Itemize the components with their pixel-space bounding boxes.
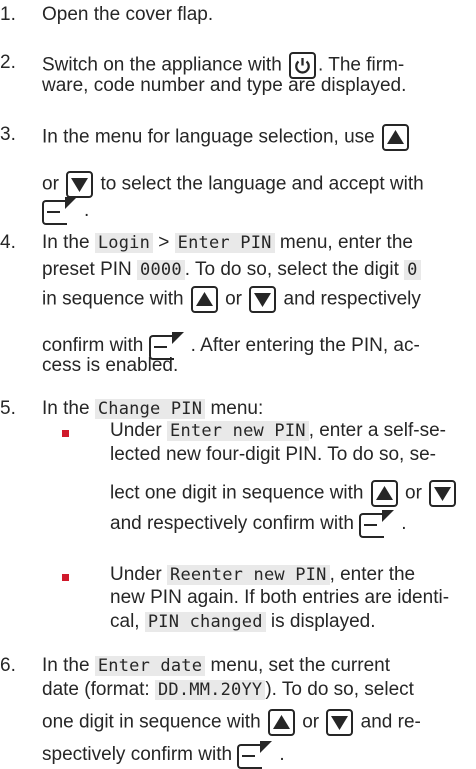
text-segment: . After entering the PIN, ac- <box>190 335 420 357</box>
step-number: 1. <box>0 4 16 25</box>
text-segment: and re- <box>355 711 421 733</box>
text-segment: In the <box>42 655 95 676</box>
text-segment: Under <box>110 564 168 585</box>
display-text-code: Change PIN <box>94 399 206 419</box>
instruction-line: In the Login > Enter PIN menu, enter the <box>42 232 413 254</box>
instruction-line: ware, code number and type are displayed… <box>42 75 406 97</box>
text-segment: > <box>153 232 175 253</box>
down-arrow-key-icon <box>429 480 457 507</box>
up-arrow-key-icon <box>370 480 398 507</box>
instruction-line: lect one digit in sequence with or <box>110 480 458 507</box>
step-number: 4. <box>0 232 16 253</box>
text-segment: lected new four-digit PIN. To do so, se- <box>110 444 436 465</box>
text-segment: or <box>219 288 248 310</box>
text-segment: new PIN again. If both entries are ident… <box>110 587 450 608</box>
text-segment: ). To do so, select <box>265 679 414 700</box>
display-text-code: 0000 <box>137 260 185 280</box>
text-segment: or <box>399 482 428 504</box>
instruction-line: Under Enter new PIN, enter a self-se- <box>110 420 446 442</box>
text-segment: menu: <box>205 398 264 419</box>
text-segment: to select the language and accept with <box>95 173 424 195</box>
text-segment: or <box>42 173 65 195</box>
text-segment: preset PIN <box>42 259 138 280</box>
up-arrow-key-icon <box>382 124 410 151</box>
display-text-code: Reenter new PIN <box>167 565 330 585</box>
instruction-line: cess is enabled. <box>42 355 178 377</box>
step-number: 3. <box>0 124 16 145</box>
text-segment: ware, code number and type are displayed… <box>42 75 407 96</box>
instruction-line: lected new four-digit PIN. To do so, se- <box>110 444 436 466</box>
instruction-line: and respectively confirm with . <box>110 510 407 538</box>
text-segment: is displayed. <box>265 611 376 632</box>
step-number: 5. <box>0 398 16 419</box>
step-number: 2. <box>0 52 16 73</box>
instruction-line: in sequence with or and respectively <box>42 286 421 313</box>
text-segment: menu, enter the <box>274 232 413 253</box>
instruction-line: In the menu for language selection, use <box>42 124 411 151</box>
text-segment: and respectively confirm with <box>110 513 360 535</box>
enter-key-icon <box>42 197 82 225</box>
display-text-code: PIN changed <box>144 612 266 632</box>
display-text-code: Login <box>94 233 154 253</box>
text-segment: one digit in sequence with <box>42 711 266 733</box>
text-segment: lect one digit in sequence with <box>110 482 369 504</box>
text-segment: cal, <box>110 611 145 632</box>
text-segment: in sequence with <box>42 288 189 310</box>
display-text-code: Enter date <box>94 656 206 676</box>
text-segment: . <box>84 200 90 222</box>
text-segment: In the menu for language selection, use <box>42 126 381 148</box>
text-segment: Under <box>110 420 168 441</box>
instruction-line: preset PIN 0000. To do so, select the di… <box>42 259 421 281</box>
text-segment: . The firm- <box>318 54 405 76</box>
text-segment: , enter the <box>329 564 416 585</box>
instruction-line: cal, PIN changed is displayed. <box>110 611 376 633</box>
up-arrow-key-icon <box>267 709 295 736</box>
text-segment: . <box>279 744 285 766</box>
instruction-line: In the Enter date menu, set the current <box>42 655 390 677</box>
instruction-line: or to select the language and accept wit… <box>42 171 424 198</box>
enter-key-icon <box>237 741 277 769</box>
instruction-line: new PIN again. If both entries are ident… <box>110 587 449 609</box>
display-text-code: 0 <box>404 260 421 280</box>
enter-key-icon <box>359 510 399 538</box>
text-segment: date (format: <box>42 679 155 700</box>
bullet-marker <box>62 574 69 581</box>
text-segment: or <box>296 711 325 733</box>
instruction-line: spectively confirm with . <box>42 741 285 769</box>
display-text-code: Enter new PIN <box>167 421 309 441</box>
text-segment: menu, set the current <box>205 655 391 676</box>
text-segment: and respectively <box>278 288 421 310</box>
instruction-line: In the Change PIN menu: <box>42 398 263 420</box>
text-segment: . <box>401 513 407 535</box>
instruction-line: one digit in sequence with or and re- <box>42 709 421 736</box>
text-segment: cess is enabled. <box>42 355 179 376</box>
down-arrow-key-icon <box>326 709 354 736</box>
up-arrow-key-icon <box>190 286 218 313</box>
down-arrow-key-icon <box>249 286 277 313</box>
text-segment: confirm with <box>42 335 149 357</box>
display-text-code: Enter PIN <box>174 233 275 253</box>
down-arrow-key-icon <box>66 171 94 198</box>
text-segment: Open the cover flap. <box>42 4 214 25</box>
text-segment: In the <box>42 398 95 419</box>
text-segment: , enter a self-se- <box>308 420 446 441</box>
instruction-page: 1. Open the cover flap. 2. Switch on the ap… <box>0 0 476 769</box>
text-segment: Switch on the appliance with <box>42 54 288 76</box>
instruction-line: . <box>42 197 89 225</box>
text-segment: . To do so, select the digit <box>184 259 405 280</box>
text-segment: spectively confirm with <box>42 744 238 766</box>
text-segment: In the <box>42 232 95 253</box>
instruction-line: Under Reenter new PIN, enter the <box>110 564 415 586</box>
bullet-marker <box>62 430 69 437</box>
instruction-line: date (format: DD.MM.20YY). To do so, sel… <box>42 679 414 701</box>
instruction-line: Open the cover flap. <box>42 4 213 26</box>
step-number: 6. <box>0 655 16 676</box>
display-text-code: DD.MM.20YY <box>155 680 266 700</box>
